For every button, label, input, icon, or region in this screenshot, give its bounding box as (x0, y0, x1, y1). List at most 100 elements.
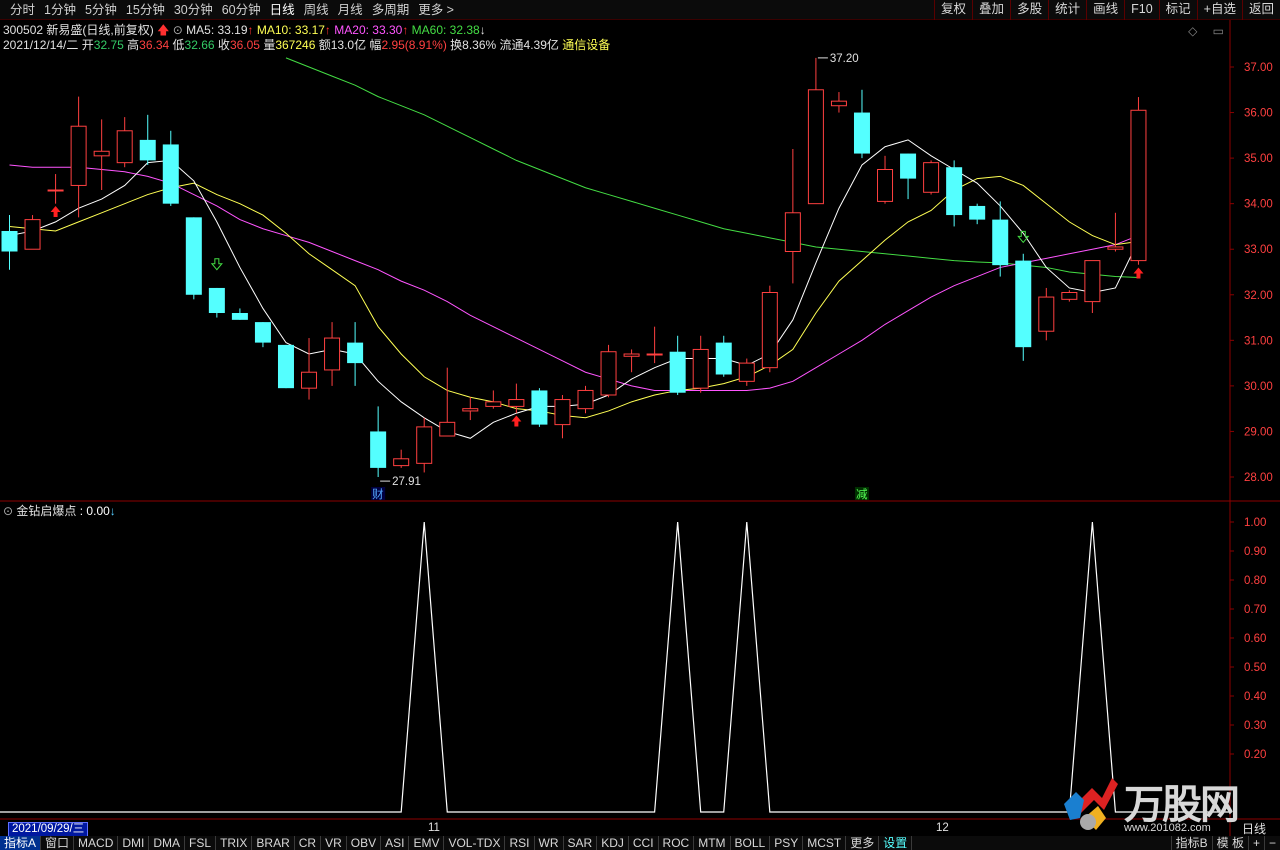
kline-chart[interactable]: 37.00 36.00 35.00 34.00 33.00 32.00 31.00 30.00… (0, 0, 1280, 850)
indicator-line (0, 521, 1230, 813)
indicator-tab[interactable]: VOL-TDX (444, 836, 506, 850)
indicator-tab[interactable]: EMV (409, 836, 445, 850)
candle-body (807, 89, 824, 205)
month-label-12: 12 (936, 822, 949, 834)
indicator-tick-label: 0.80 (1244, 575, 1266, 587)
indicator-tab[interactable]: RSI (505, 836, 535, 850)
indicator-tab-right[interactable]: 模 板 (1211, 836, 1248, 850)
month-label-11: 11 (428, 822, 440, 834)
indicator-tab[interactable]: BRAR (252, 836, 295, 850)
date-axis: 2021/09/29/三 11 12 (0, 822, 1230, 837)
indicator-tab[interactable]: VR (321, 836, 347, 850)
candle-body (139, 139, 156, 161)
indicator-tab[interactable]: CR (295, 836, 322, 850)
candle-body (47, 189, 64, 192)
high-annotation: 37.20 (830, 53, 859, 65)
price-tick-label: 34.00 (1244, 199, 1273, 211)
ma5-line (9, 139, 1139, 439)
indicator-tick-label: 0.30 (1244, 720, 1266, 732)
candle-body (70, 125, 87, 186)
candle-body (853, 112, 870, 154)
price-tick-label: 29.00 (1244, 426, 1273, 438)
indicator-tab[interactable]: MCST (803, 836, 847, 850)
candle-body (1084, 260, 1101, 303)
ma60-line (285, 57, 1139, 278)
low-annotation: 27.91 (392, 476, 421, 488)
price-tick-label: 30.00 (1244, 381, 1273, 393)
indicator-tab[interactable]: SAR (564, 836, 598, 850)
price-tick-label: 35.00 (1244, 153, 1273, 165)
indicator-tab[interactable]: TRIX (216, 836, 253, 850)
candle-body (623, 353, 640, 357)
candle-body (162, 144, 179, 204)
price-tick-label: 28.00 (1244, 472, 1273, 484)
candle-body (692, 348, 709, 389)
candle-body (508, 399, 525, 407)
candle-body (1130, 109, 1147, 262)
indicator-tab[interactable]: DMI (118, 836, 150, 850)
indicator-tab[interactable]: 更多 (846, 836, 880, 850)
candle-body (24, 219, 41, 250)
indicator-name[interactable]: 金钻启爆点 (16, 504, 76, 518)
candle-body (992, 219, 1009, 266)
candle-body (900, 153, 917, 179)
candle-body (370, 431, 387, 468)
watermark-url: www.201082.com (1124, 822, 1211, 834)
indicator-tab[interactable]: 设置 (879, 836, 913, 850)
indicator-tab[interactable]: KDJ (597, 836, 629, 850)
indicator-tab[interactable]: ROC (659, 836, 695, 850)
indicator-tabs-right: 指标B 模 板 + − (1170, 836, 1280, 850)
indicator-tab[interactable]: MTM (694, 836, 731, 850)
buy-arrow-icon (1133, 267, 1144, 279)
indicator-tab[interactable]: CCI (629, 836, 659, 850)
watermark-arrows-icon (1064, 778, 1118, 830)
indicator-tab-right[interactable]: + (1247, 836, 1264, 850)
price-tick-label: 31.00 (1244, 335, 1273, 347)
candle-body (116, 130, 133, 164)
ma10-line (9, 175, 1139, 419)
candle-body (208, 287, 225, 313)
candle-body (1038, 296, 1055, 332)
candle-body (485, 401, 502, 407)
price-tick-label: 37.00 (1244, 62, 1273, 74)
badge-cai: 财 (372, 487, 384, 501)
candle-body (93, 150, 110, 157)
indicator-tick-label: 0.20 (1244, 749, 1266, 761)
price-tick-label: 32.00 (1244, 290, 1273, 302)
candle-body (1, 231, 18, 252)
candle-body (554, 399, 571, 426)
candle-body (923, 162, 940, 193)
candle-body (231, 313, 248, 320)
candle-body (439, 421, 456, 437)
candle-body (969, 205, 986, 220)
price-tick-label: 36.00 (1244, 108, 1273, 120)
indicator-tab[interactable]: DMA (149, 836, 186, 850)
indicator-tab[interactable]: WR (535, 836, 564, 850)
down-arrow-icon: ↓ (109, 504, 116, 518)
indicator-tab-right[interactable]: − (1263, 836, 1280, 850)
ma20-line (9, 164, 1139, 391)
candle-body (416, 426, 433, 464)
indicator-tab[interactable]: PSY (770, 836, 804, 850)
indicator-tab[interactable]: OBV (347, 836, 382, 850)
candle-body (185, 217, 202, 295)
indicator-tab-right[interactable]: 指标B (1170, 836, 1212, 850)
candle-body (669, 351, 686, 393)
indicator-tab[interactable]: 指标A (0, 836, 42, 850)
indicator-tab[interactable]: FSL (185, 836, 217, 850)
indicator-tab[interactable]: BOLL (731, 836, 771, 850)
cursor-date: 2021/09/29/三 (8, 822, 89, 837)
candle-body (277, 344, 294, 389)
indicator-tick-label: 1.00 (1244, 517, 1266, 529)
indicator-tick-label: 0.70 (1244, 604, 1266, 616)
candle-body (301, 371, 318, 389)
buy-arrow-icon (50, 205, 61, 217)
indicator-tab[interactable]: MACD (74, 836, 119, 850)
collapse-icon[interactable]: ⊙ (3, 504, 13, 518)
indicator-tab[interactable]: 窗口 (41, 836, 75, 850)
candle-body (254, 322, 271, 343)
candle-body (1015, 260, 1032, 348)
candle-body (393, 458, 410, 467)
indicator-tab[interactable]: ASI (381, 836, 410, 850)
candle-body (830, 100, 847, 107)
